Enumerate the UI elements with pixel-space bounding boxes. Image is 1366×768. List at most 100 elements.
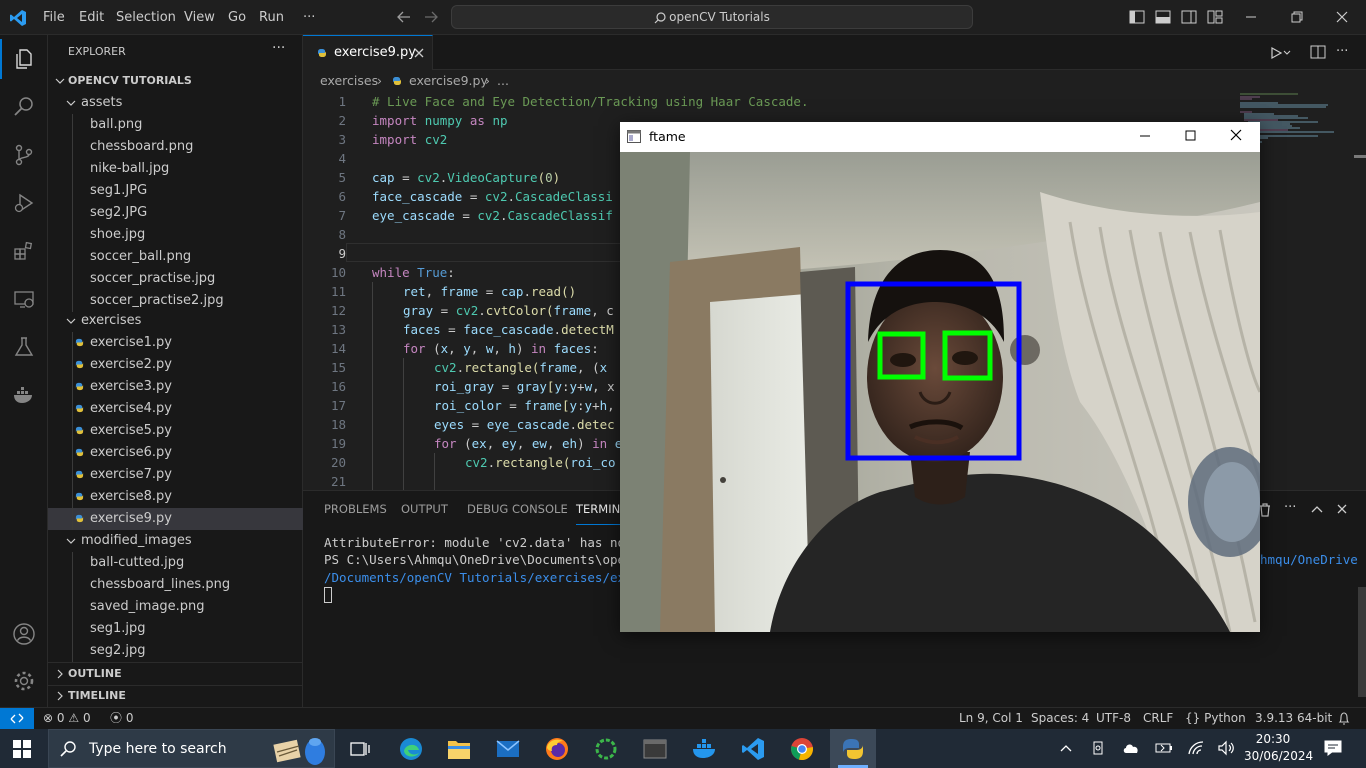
cursor-position[interactable]: Ln 9, Col 1 xyxy=(959,708,1023,730)
file-item[interactable]: exercise8.py xyxy=(48,486,303,508)
chrome-icon[interactable] xyxy=(790,737,814,761)
file-item[interactable]: seg1.JPG xyxy=(48,180,303,202)
wifi-icon[interactable] xyxy=(1187,740,1205,756)
notification-center-icon[interactable] xyxy=(1324,740,1342,756)
ports-indicator[interactable]: ⦿ 0 xyxy=(110,708,133,730)
encoding[interactable]: UTF-8 xyxy=(1096,708,1131,730)
tab-exercise9[interactable]: exercise9.py xyxy=(303,35,433,70)
frame-minimize-icon[interactable] xyxy=(1138,130,1152,142)
file-item[interactable]: nike-ball.jpg xyxy=(48,158,303,180)
menu-more[interactable]: ··· xyxy=(297,0,321,35)
opencv-frame-window[interactable]: ftame xyxy=(620,122,1260,632)
run-debug-icon[interactable] xyxy=(0,179,48,227)
file-explorer-icon[interactable] xyxy=(447,738,471,760)
docker-icon[interactable] xyxy=(0,371,48,419)
close-panel-icon[interactable] xyxy=(1336,503,1348,515)
file-item[interactable]: ball-cutted.jpg xyxy=(48,552,303,574)
source-control-icon[interactable] xyxy=(0,131,48,179)
breadcrumb-file[interactable]: exercise9.py xyxy=(409,70,488,92)
panel-tab-problems[interactable]: PROBLEMS xyxy=(324,491,387,527)
file-item[interactable]: exercise5.py xyxy=(48,420,303,442)
firefox-icon[interactable] xyxy=(545,737,569,761)
accounts-icon[interactable] xyxy=(0,610,48,658)
file-item[interactable]: exercise1.py xyxy=(48,332,303,354)
folder-exercises[interactable]: exercises xyxy=(48,310,303,332)
file-item[interactable]: exercise6.py xyxy=(48,442,303,464)
file-item[interactable]: chessboard_lines.png xyxy=(48,574,303,596)
spinner-app-icon[interactable] xyxy=(594,737,618,761)
onedrive-cloud-icon[interactable] xyxy=(1122,741,1140,755)
trash-icon[interactable] xyxy=(1258,503,1272,517)
search-view-icon[interactable] xyxy=(0,83,48,131)
file-item[interactable]: exercise3.py xyxy=(48,376,303,398)
toggle-panel-icon[interactable] xyxy=(1155,10,1171,24)
taskbar-search-box[interactable]: Type here to search xyxy=(48,729,335,768)
file-item[interactable]: exercise2.py xyxy=(48,354,303,376)
file-item[interactable]: seg1.jpg xyxy=(48,618,303,640)
vscode-taskbar-icon[interactable] xyxy=(741,737,765,761)
python-taskbar-item-active[interactable] xyxy=(830,729,876,768)
file-item[interactable]: exercise7.py xyxy=(48,464,303,486)
taskbar-time[interactable]: 20:30 xyxy=(1249,732,1297,746)
remote-explorer-icon[interactable] xyxy=(0,275,48,323)
menu-view[interactable]: View xyxy=(178,0,221,35)
run-file-icon[interactable] xyxy=(1269,46,1291,60)
taskbar-date[interactable]: 30/06/2024 xyxy=(1244,749,1313,763)
file-item[interactable]: soccer_practise2.jpg xyxy=(48,290,303,312)
file-item[interactable]: ball.png xyxy=(48,114,303,136)
terminal-scrollbar[interactable] xyxy=(1358,587,1366,697)
tray-chevron-up-icon[interactable] xyxy=(1059,742,1073,754)
panel-more-icon[interactable]: ··· xyxy=(1284,500,1296,515)
file-item[interactable]: chessboard.png xyxy=(48,136,303,158)
customize-layout-icon[interactable] xyxy=(1207,10,1223,24)
folder-modified-images[interactable]: modified_images xyxy=(48,530,303,552)
command-center-search[interactable]: openCV Tutorials xyxy=(451,5,973,29)
frame-window-titlebar[interactable]: ftame xyxy=(620,122,1260,152)
file-item[interactable]: seg2.JPG xyxy=(48,202,303,224)
forward-arrow-icon[interactable] xyxy=(423,10,439,24)
panel-tab-output[interactable]: OUTPUT xyxy=(401,491,448,527)
battery-icon[interactable] xyxy=(1155,741,1173,755)
edge-browser-icon[interactable] xyxy=(399,737,423,761)
file-item[interactable]: exercise4.py xyxy=(48,398,303,420)
language-mode[interactable]: {} Python xyxy=(1185,708,1246,730)
menu-edit[interactable]: Edit xyxy=(73,0,110,35)
root-folder[interactable]: OPENCV TUTORIALS xyxy=(48,70,303,92)
testing-flask-icon[interactable] xyxy=(0,323,48,371)
toggle-secondary-sidebar-icon[interactable] xyxy=(1181,10,1197,24)
breadcrumb-folder[interactable]: exercises xyxy=(320,70,378,92)
scrollbar-thumb[interactable] xyxy=(1354,155,1366,158)
tray-device-icon[interactable] xyxy=(1091,740,1107,756)
minimize-icon[interactable] xyxy=(1244,11,1258,23)
notifications-bell-icon[interactable] xyxy=(1338,712,1350,726)
restore-icon[interactable] xyxy=(1290,11,1304,23)
file-item[interactable]: shoe.jpg xyxy=(48,224,303,246)
mail-icon[interactable] xyxy=(496,739,520,759)
terminal-app-icon[interactable] xyxy=(643,738,667,760)
indentation[interactable]: Spaces: 4 xyxy=(1031,708,1089,730)
frame-maximize-icon[interactable] xyxy=(1184,129,1198,142)
problems-indicator[interactable]: ⊗ 0 ⚠ 0 xyxy=(43,708,91,730)
split-editor-icon[interactable] xyxy=(1310,45,1326,59)
toggle-sidebar-icon[interactable] xyxy=(1129,10,1145,24)
line-ending[interactable]: CRLF xyxy=(1143,708,1173,730)
outline-section[interactable]: OUTLINE xyxy=(48,663,303,685)
editor-more-icon[interactable]: ··· xyxy=(1336,44,1348,59)
breadcrumb-symbol[interactable]: ... xyxy=(497,70,509,92)
remote-indicator[interactable] xyxy=(0,708,34,730)
panel-tab-debug-console[interactable]: DEBUG CONSOLE xyxy=(467,491,568,527)
explorer-more-button[interactable]: ··· xyxy=(272,40,285,56)
maximize-panel-icon[interactable] xyxy=(1310,503,1324,515)
vscode-logo-icon[interactable] xyxy=(9,9,27,27)
explorer-icon[interactable] xyxy=(0,35,48,83)
menu-run[interactable]: Run xyxy=(253,0,290,35)
close-tab-icon[interactable] xyxy=(413,47,425,59)
python-interpreter[interactable]: 3.9.13 64-bit xyxy=(1255,708,1332,730)
folder-assets[interactable]: assets xyxy=(48,92,303,114)
file-item[interactable]: soccer_practise.jpg xyxy=(48,268,303,290)
file-item[interactable]: soccer_ball.png xyxy=(48,246,303,268)
manage-gear-icon[interactable] xyxy=(0,657,48,705)
menu-file[interactable]: File xyxy=(37,0,71,35)
file-item[interactable]: saved_image.png xyxy=(48,596,303,618)
back-arrow-icon[interactable] xyxy=(396,10,412,24)
